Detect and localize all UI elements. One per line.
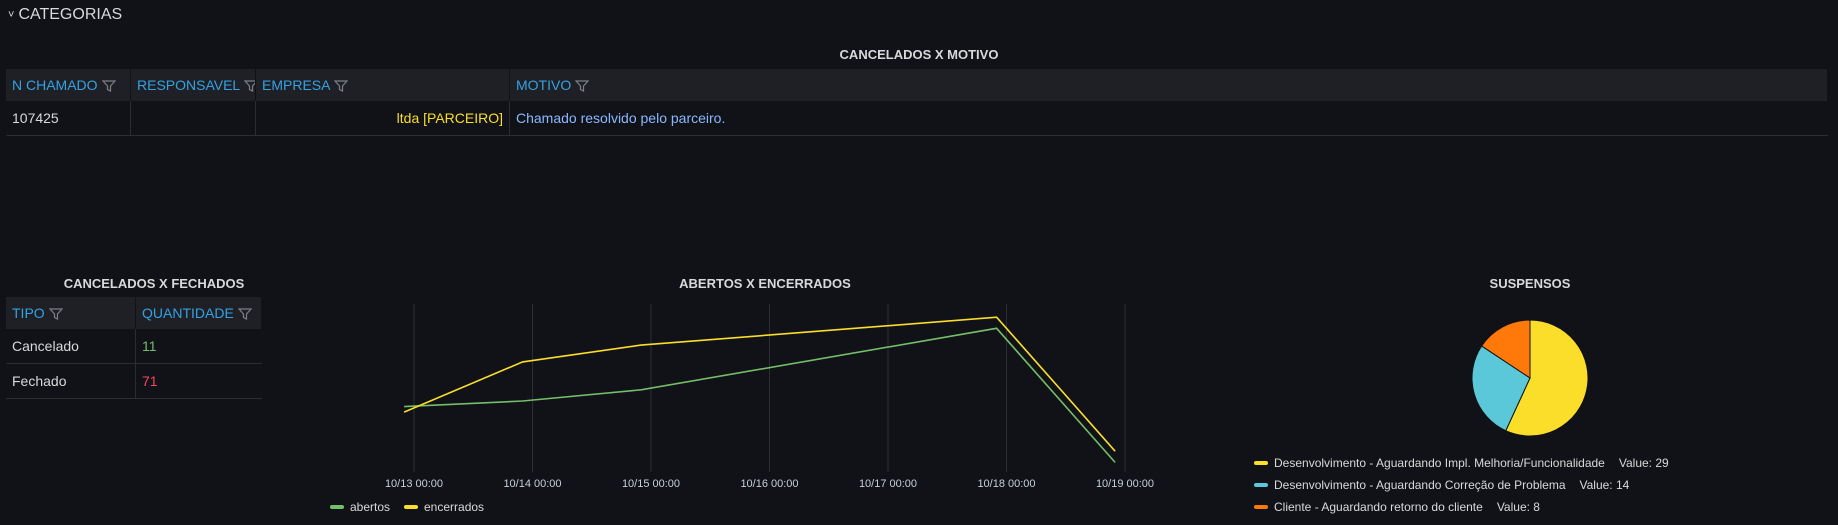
filter-icon[interactable] [334, 80, 349, 93]
series-line-abertos [404, 327, 1116, 463]
cell-motivo: Chamado resolvido pelo parceiro. [509, 101, 1828, 136]
cancelados-fechados-table: TIPO QUANTIDADE Cancelado 11 Fechado 71 [6, 297, 262, 399]
x-tick-label: 10/14 00:00 [503, 478, 561, 490]
cell-tipo: Cancelado [6, 329, 136, 364]
legend-swatch [1254, 483, 1268, 487]
filter-icon[interactable] [48, 308, 63, 321]
panel-title-suspensos: SUSPENSOS [1489, 276, 1571, 291]
filter-icon[interactable] [101, 80, 116, 93]
filter-icon[interactable] [237, 308, 252, 321]
panel-title-cancelados-fechados: CANCELADOS X FECHADOS [63, 276, 245, 291]
column-header-tipo[interactable]: TIPO [6, 297, 136, 329]
column-header-n-chamado[interactable]: N CHAMADO [6, 69, 131, 101]
legend-value: Value: 29 [1618, 456, 1669, 470]
x-tick-label: 10/18 00:00 [977, 478, 1035, 490]
column-header-quantidade[interactable]: QUANTIDADE [135, 297, 262, 329]
legend-label: Desenvolvimento - Aguardando Correção de… [1274, 478, 1566, 492]
legend-item-suspensos[interactable]: Cliente - Aguardando retorno do cliente V… [1254, 500, 1540, 514]
legend-swatch [404, 505, 418, 509]
x-tick-label: 10/17 00:00 [859, 478, 917, 490]
legend-value: Value: 14 [1579, 478, 1630, 492]
cell-quantidade: 11 [135, 329, 262, 364]
panel-title-abertos-encerrados: ABERTOS X ENCERRADOS [679, 276, 851, 291]
x-tick-label: 10/13 00:00 [385, 478, 443, 490]
legend-item-suspensos[interactable]: Desenvolvimento - Aguardando Correção de… [1254, 478, 1629, 492]
cell-empresa: ltda [PARCEIRO] [255, 101, 510, 136]
cell-tipo: Fechado [6, 363, 136, 399]
suspensos-pie-chart [1471, 319, 1589, 437]
cell-n-chamado: 107425 [6, 101, 131, 136]
cell-responsavel [130, 101, 256, 136]
legend-swatch [1254, 505, 1268, 509]
row-title: CATEGORIAS [18, 6, 123, 23]
legend-label: Desenvolvimento - Aguardando Impl. Melho… [1274, 456, 1605, 470]
legend-item-suspensos[interactable]: Desenvolvimento - Aguardando Impl. Melho… [1254, 456, 1669, 470]
table-row: Cancelado 11 [6, 329, 262, 364]
legend-swatch [1254, 461, 1268, 465]
column-header-responsavel[interactable]: RESPONSAVEL [130, 69, 256, 101]
chevron-down-icon: ˅ [8, 9, 15, 21]
abertos-encerrados-chart: 10/13 00:00 10/14 00:00 10/15 00:00 10/16 0… [385, 304, 1154, 490]
x-tick-label: 10/15 00:00 [622, 478, 680, 490]
legend-value: Value: 8 [1496, 500, 1540, 514]
legend-item-encerrados[interactable]: encerrados [404, 500, 484, 514]
panel-title-cancelados-motivo: CANCELADOS X MOTIVO [839, 47, 999, 62]
legend-label: Cliente - Aguardando retorno do cliente [1274, 500, 1483, 514]
column-header-motivo[interactable]: MOTIVO [509, 69, 1828, 101]
filter-icon[interactable] [575, 80, 590, 93]
x-tick-label: 10/19 00:00 [1096, 478, 1154, 490]
row-header-categorias[interactable]: ˅ CATEGORIAS [8, 6, 122, 24]
cell-quantidade: 71 [135, 363, 262, 399]
x-tick-label: 10/16 00:00 [740, 478, 798, 490]
filter-icon[interactable] [244, 80, 255, 93]
cancelados-motivo-table: N CHAMADO RESPONSAVEL EMPRESA MOTIVO 107… [6, 69, 1828, 136]
column-header-empresa[interactable]: EMPRESA [255, 69, 510, 101]
legend-item-abertos[interactable]: abertos [330, 500, 390, 514]
table-row: 107425 ltda [PARCEIRO] Chamado resolvido… [6, 101, 1828, 136]
series-line-encerrados [403, 316, 1116, 452]
table-row: Fechado 71 [6, 363, 262, 399]
legend-swatch [330, 505, 344, 509]
